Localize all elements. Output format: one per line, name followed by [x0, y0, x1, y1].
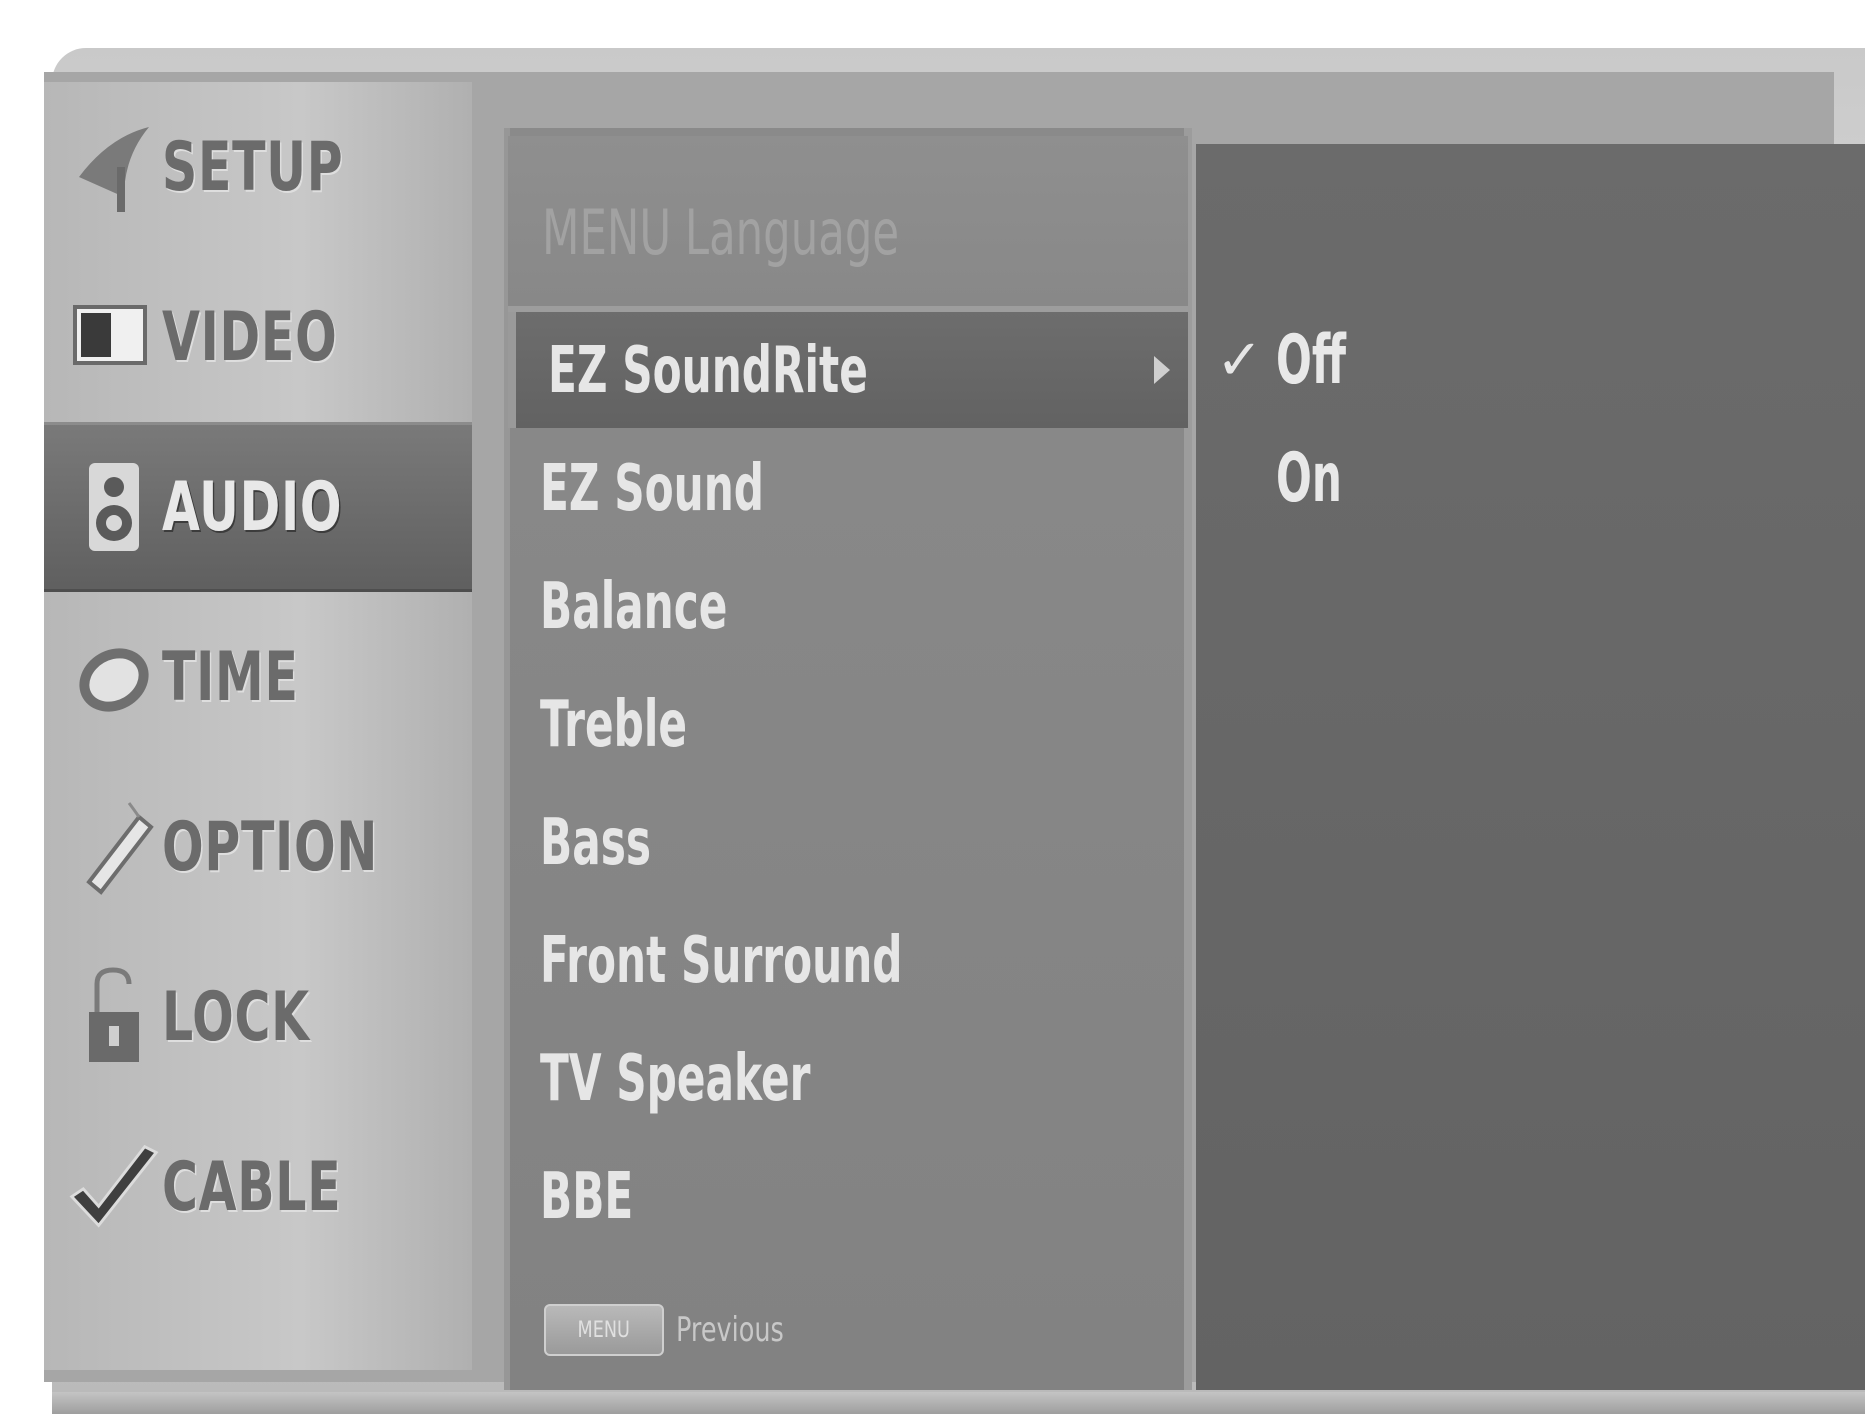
sidebar-item-video[interactable]: VIDEO [44, 252, 472, 422]
sidebar-item-label: AUDIO [162, 467, 343, 547]
option-label: Off [1276, 320, 1346, 400]
sidebar-item-label: VIDEO [162, 297, 338, 377]
menu-item-label: TV Speaker [540, 1042, 811, 1116]
menu-item-treble[interactable]: Treble [508, 666, 1188, 782]
sidebar-item-lock[interactable]: LOCK [44, 932, 472, 1102]
menu-item-ez-soundrite[interactable]: EZ SoundRite [508, 312, 1188, 428]
padlock-icon [66, 962, 162, 1072]
pen-icon [66, 792, 162, 902]
menu-item-label: EZ Sound [540, 452, 765, 526]
category-sidebar: SETUP VIDEO AUDIO TIME OPTION LOCK CABLE [44, 82, 472, 1370]
options-panel: ✓ Off On [1196, 144, 1865, 1390]
option-label: On [1276, 438, 1342, 518]
sidebar-item-label: SETUP [162, 127, 344, 207]
menu-item-label: Front Surround [540, 924, 903, 998]
satellite-dish-icon [66, 112, 162, 222]
menu-item-label: Treble [540, 688, 688, 762]
sidebar-item-time[interactable]: TIME [44, 592, 472, 762]
menu-language-label: MENU Language [542, 196, 900, 269]
menu-item-front-surround[interactable]: Front Surround [508, 902, 1188, 1018]
sidebar-item-audio[interactable]: AUDIO [44, 422, 472, 592]
sidebar-item-label: TIME [162, 637, 299, 717]
menu-item-tv-speaker[interactable]: TV Speaker [508, 1020, 1188, 1136]
arrow-right-icon [1154, 356, 1170, 384]
menu-item-label: Balance [540, 570, 728, 644]
sidebar-item-setup[interactable]: SETUP [44, 82, 472, 252]
option-on[interactable]: On [1216, 428, 1382, 528]
menu-language-item[interactable]: MENU Language [508, 136, 1188, 312]
tv-screen-icon [66, 282, 162, 392]
sidebar-item-label: LOCK [162, 977, 310, 1057]
frame-bottom-edge [52, 1392, 1865, 1414]
checkmark-icon [66, 1132, 162, 1242]
menu-item-bbe[interactable]: BBE [508, 1138, 1188, 1254]
speaker-icon [66, 452, 162, 562]
sidebar-item-cable[interactable]: CABLE [44, 1102, 472, 1272]
menu-item-bass[interactable]: Bass [508, 784, 1188, 900]
sidebar-item-option[interactable]: OPTION [44, 762, 472, 932]
menu-item-ez-sound[interactable]: EZ Sound [508, 430, 1188, 546]
clock-icon [66, 622, 162, 732]
menu-item-balance[interactable]: Balance [508, 548, 1188, 664]
previous-label: Previous [676, 1310, 784, 1350]
option-off[interactable]: ✓ Off [1216, 310, 1389, 410]
previous-hint: MENU Previous [544, 1300, 820, 1360]
sidebar-item-label: OPTION [162, 807, 379, 887]
menu-item-label: BBE [540, 1160, 634, 1234]
sidebar-item-label: CABLE [162, 1147, 342, 1227]
menu-item-label: EZ SoundRite [548, 334, 868, 408]
check-icon: ✓ [1216, 327, 1263, 393]
menu-item-label: Bass [540, 806, 651, 880]
menu-key-icon: MENU [544, 1304, 664, 1356]
